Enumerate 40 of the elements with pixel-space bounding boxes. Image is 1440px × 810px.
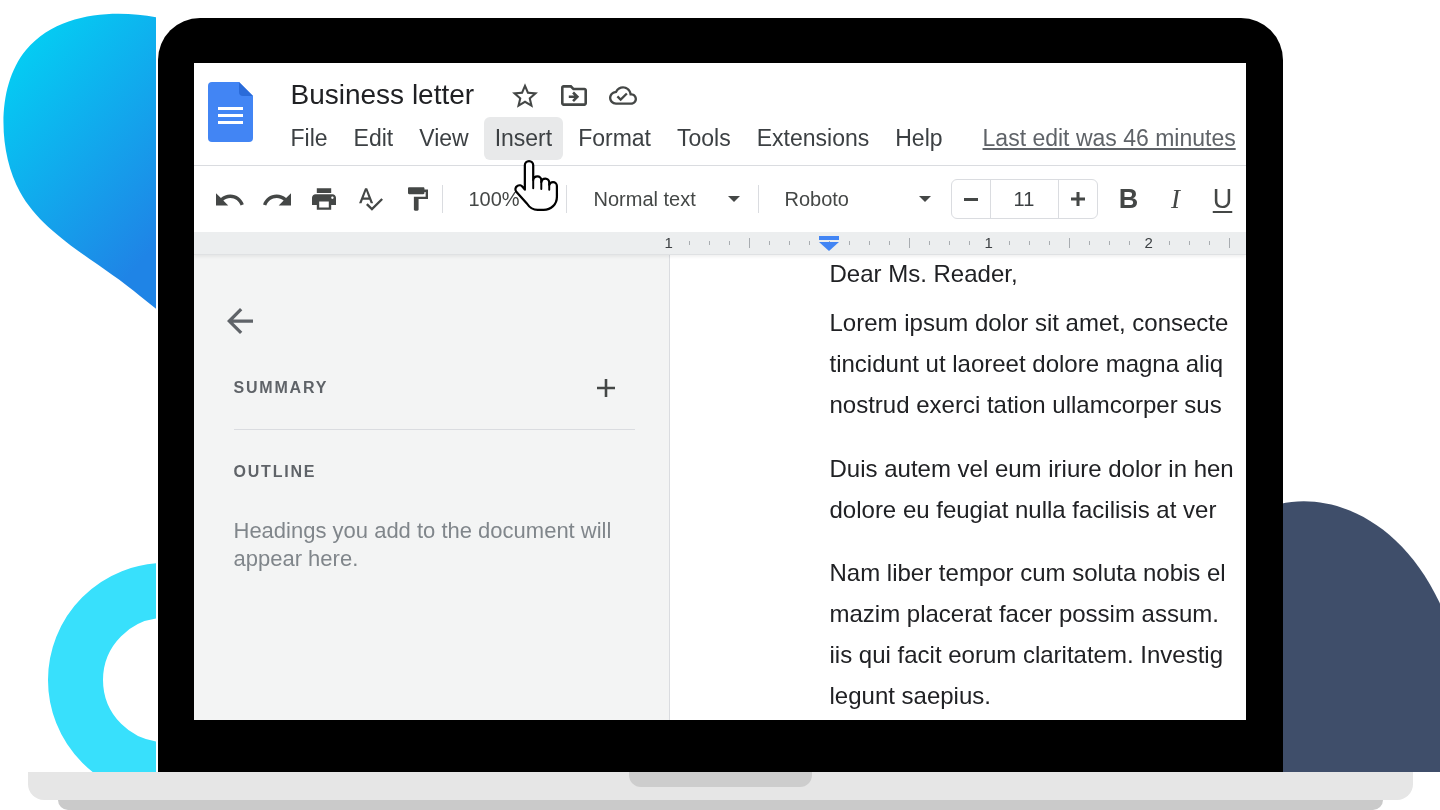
indent-marker-icon[interactable] [818,235,839,251]
menu-item[interactable]: File [279,117,339,160]
document-paragraph: Lorem ipsum dolor sit amet, consecte tincidunt ut laoreet dolore magna aliq nostrud exerci tation ullamcorper sus [829,308,1230,420]
menu-item[interactable]: Edit [342,117,405,160]
plus-icon[interactable] [1070,192,1085,206]
outline-empty-message: Headings you add to the document will appear here. [233,517,613,573]
caret-icon [918,196,931,202]
last-edit-link[interactable]: Last edit was 46 minutes [982,121,1236,156]
bold-button[interactable]: B [1108,179,1149,219]
paint-roller-icon[interactable] [407,187,428,211]
document-paragraph: Duis autem vel eum iriure dolor in hen dolore eu feugiat nulla facilisis at ver [829,453,1235,525]
document-title[interactable]: Business letter [279,78,475,112]
style-dropdown[interactable]: Normal text [576,179,748,219]
menu-item[interactable]: View [408,117,480,160]
menu-item[interactable]: Extensions [745,117,881,160]
redo-icon[interactable] [262,192,291,206]
italic-button[interactable]: I [1155,179,1196,219]
spellcheck-icon[interactable] [358,187,383,211]
font-size-field[interactable]: 11 [989,180,1059,218]
underline-button[interactable]: U [1202,179,1243,219]
back-arrow-icon[interactable] [226,308,253,334]
menu-item[interactable]: Tools [666,117,742,160]
font-dropdown[interactable]: Roboto [768,179,939,219]
menu-item[interactable]: Insert [483,117,564,160]
folder-arrow-icon[interactable] [561,84,588,106]
font-size-stepper[interactable]: 11 [950,179,1098,219]
document-logo-icon [207,82,253,142]
document-paragraph: Dear Ms. Reader, [829,259,1019,289]
caret-icon [727,196,740,202]
star-icon[interactable] [512,82,539,108]
outline-heading: OUTLINE [233,462,317,482]
document-paragraph: Nam liber tempor cum soluta nobis el mazim placerat facer possim assum. iis qui facit eorum claritatem. Investig legunt saepius. [829,558,1227,711]
undo-icon[interactable] [215,192,244,206]
printer-icon[interactable] [311,188,336,210]
menu-item[interactable]: Format [567,117,662,160]
cloud-check-icon[interactable] [609,85,638,105]
summary-heading: SUMMARY [233,378,329,398]
plus-icon[interactable] [596,379,615,397]
menu-item[interactable]: Help [884,117,954,160]
minus-icon[interactable] [963,197,978,201]
